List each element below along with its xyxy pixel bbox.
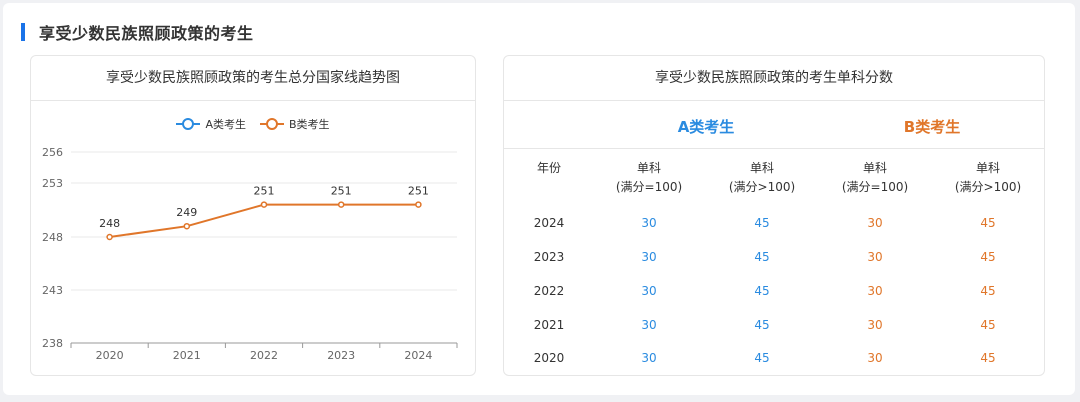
table-cell-score: 45: [980, 351, 996, 365]
table-cell-year: 2022: [533, 284, 565, 298]
column-header-line2: (满分=100): [841, 180, 909, 194]
data-label: 251: [331, 185, 352, 198]
column-header-line2: (满分>100): [728, 180, 796, 194]
chart-card: 享受少数民族照顾政策的考生总分国家线趋势图 A类考生 B类考生 256 253 24…: [30, 55, 476, 376]
line-chart: 256 253 248 243 238 2020 2021 2022 2023 2024 248 24…: [42, 146, 458, 362]
section-accent-bar: [21, 23, 25, 41]
table-card-title: 享受少数民族照顾政策的考生单科分数: [504, 56, 1044, 101]
x-tick-label: 2023: [327, 349, 355, 362]
data-point: [183, 222, 191, 230]
column-header-line1: 单科: [749, 161, 774, 175]
section-header: 享受少数民族照顾政策的考生: [21, 21, 254, 43]
table-divider: [504, 148, 1044, 149]
table-cell-score: 30: [641, 216, 657, 230]
table-cell-score: 45: [754, 351, 770, 365]
y-tick-label: 248: [42, 231, 63, 244]
x-tick-label: 2020: [96, 349, 124, 362]
x-tick-label: 2022: [250, 349, 278, 362]
data-label: 251: [254, 185, 275, 198]
x-tick-label: 2024: [404, 349, 432, 362]
column-header-single-subject: 单科 (满分>100): [938, 159, 1038, 197]
column-header-line1: 单科: [862, 161, 887, 175]
y-tick-label: 243: [42, 284, 63, 297]
column-header-line2: (满分>100): [954, 180, 1022, 194]
table-cell-score: 45: [754, 250, 770, 264]
table-cell-score: 45: [754, 284, 770, 298]
column-header-line2: (满分=100): [615, 180, 683, 194]
x-tick-label: 2021: [173, 349, 201, 362]
table-cell-score: 45: [980, 284, 996, 298]
y-tick-label: 238: [42, 337, 63, 350]
table-cell-score: 45: [980, 318, 996, 332]
y-tick-label: 253: [42, 177, 63, 190]
data-point: [337, 201, 345, 208]
table-cell-score: 30: [867, 284, 883, 298]
column-header-single-subject: 单科 (满分>100): [712, 159, 812, 197]
data-point: [415, 201, 422, 208]
column-header-single-subject: 单科 (满分=100): [599, 159, 699, 197]
table-cell-score: 30: [641, 351, 657, 365]
table-cell-year: 2021: [533, 318, 565, 332]
table-cell-score: 30: [641, 318, 657, 332]
table-cell-year: 2023: [533, 250, 565, 264]
column-header-single-subject: 单科 (满分=100): [825, 159, 925, 197]
data-label: 251: [408, 185, 429, 198]
data-point: [260, 201, 268, 208]
table-cell-score: 45: [980, 250, 996, 264]
group-b-header: B类考生: [903, 118, 961, 136]
table-cell-score: 30: [867, 318, 883, 332]
table-cell-score: 30: [641, 284, 657, 298]
data-label: 248: [99, 217, 120, 230]
group-a-header: A类考生: [677, 118, 735, 136]
series-line: [109, 203, 419, 238]
table-cell-score: 45: [754, 216, 770, 230]
table-cell-score: 45: [754, 318, 770, 332]
table-cell-score: 30: [867, 250, 883, 264]
column-header-line1: 单科: [636, 161, 661, 175]
table-cell-score: 30: [867, 216, 883, 230]
column-header-line1: 单科: [975, 161, 1000, 175]
column-header-year: 年份: [536, 161, 561, 175]
table-cell-score: 45: [980, 216, 996, 230]
data-point: [106, 233, 113, 241]
table-cell-score: 30: [641, 250, 657, 264]
table-cell-score: 30: [867, 351, 883, 365]
score-table-card: 享受少数民族照顾政策的考生单科分数 A类考生 B类考生 年份 单科 (满分=100)…: [503, 55, 1045, 376]
data-label: 249: [176, 206, 197, 219]
table-cell-year: 2020: [533, 351, 565, 365]
table-cell-year: 2024: [533, 216, 565, 230]
section-title: 享受少数民族照顾政策的考生: [39, 24, 254, 43]
y-tick-label: 256: [42, 146, 63, 159]
